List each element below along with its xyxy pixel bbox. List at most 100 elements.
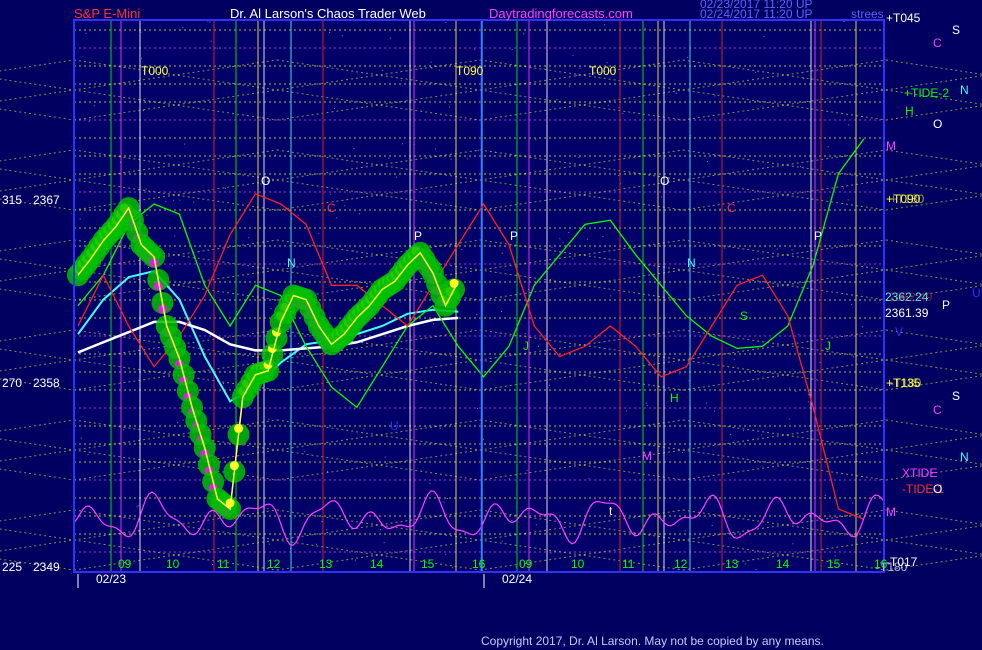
- star-dot: [501, 252, 503, 254]
- planet-s1: S: [952, 23, 960, 37]
- star-dot: [745, 563, 747, 565]
- star-dot: [827, 146, 829, 148]
- hour-label: 13: [319, 557, 333, 571]
- website-link[interactable]: Daytradingforecasts.com: [489, 6, 633, 21]
- star-dot: [97, 294, 99, 296]
- star-dot: [523, 33, 525, 35]
- star-dot: [167, 154, 169, 156]
- annot-o-b: O: [660, 174, 669, 188]
- star-dot: [626, 410, 628, 412]
- star-dot: [448, 106, 450, 108]
- planet-n1: N: [960, 83, 969, 97]
- planet-s2: S: [952, 389, 960, 403]
- annot-s: S: [740, 309, 748, 323]
- star-dot: [807, 401, 809, 403]
- star-dot: [856, 460, 858, 462]
- star-dot: [222, 382, 224, 384]
- star-dot: [292, 443, 294, 445]
- star-dot: [144, 98, 146, 100]
- star-dot: [388, 157, 390, 159]
- star-dot: [792, 543, 794, 545]
- label-tide2: +TIDE-2: [904, 86, 949, 100]
- annot-p-c: P: [814, 229, 822, 243]
- star-dot: [182, 27, 184, 29]
- star-dot: [143, 136, 145, 138]
- star-dot: [210, 40, 212, 42]
- star-dot: [137, 505, 139, 507]
- star-dot: [450, 158, 452, 160]
- star-dot: [705, 402, 707, 404]
- star-dot: [389, 37, 391, 39]
- star-dot: [171, 265, 173, 267]
- star-dot: [476, 313, 478, 315]
- star-dot: [262, 428, 264, 430]
- star-dot: [644, 28, 646, 30]
- star-dot: [706, 161, 708, 163]
- instrument-label: S&P E-Mini: [74, 6, 140, 21]
- annot-u: U: [390, 419, 399, 433]
- planet-m1: M: [886, 139, 896, 153]
- hour-label: 12: [674, 557, 688, 571]
- star-dot: [396, 176, 398, 178]
- star-dot: [755, 71, 757, 73]
- star-dot: [526, 469, 528, 471]
- star-dot: [678, 499, 680, 501]
- star-dot: [443, 501, 445, 503]
- star-dot: [421, 406, 423, 408]
- planet-c1: C: [933, 36, 942, 50]
- star-dot: [336, 217, 338, 219]
- annot-p-b: P: [510, 229, 518, 243]
- star-dot: [172, 199, 174, 201]
- star-dot: [79, 218, 81, 220]
- star-dot: [622, 113, 624, 115]
- annot-n-a: N: [287, 256, 296, 270]
- star-dot: [714, 95, 716, 97]
- hour-label: 11: [622, 557, 635, 571]
- star-dot: [85, 32, 87, 34]
- star-dot: [341, 35, 343, 37]
- star-dot: [401, 143, 403, 145]
- star-dot: [180, 411, 182, 413]
- star-dot: [607, 105, 609, 107]
- star-dot: [429, 482, 431, 484]
- star-dot: [259, 116, 261, 118]
- hour-label: 10: [571, 557, 585, 571]
- price-readout-2: 2361.39: [885, 306, 929, 320]
- price-readout-1-overlap: 2362.49: [889, 290, 933, 304]
- star-dot: [568, 232, 570, 234]
- star-dot: [177, 422, 179, 424]
- plot-area: [74, 20, 884, 572]
- axis-price-2358: 2358: [33, 376, 60, 390]
- star-dot: [268, 543, 270, 545]
- star-dot: [515, 566, 517, 568]
- star-dot: [847, 199, 849, 201]
- star-dot: [562, 241, 564, 243]
- star-dot: [711, 524, 713, 526]
- star-dot: [77, 560, 79, 562]
- hour-label: 09: [118, 557, 132, 571]
- star-dot: [384, 456, 386, 458]
- star-dot: [461, 248, 463, 250]
- axis-price-2349: 2349: [33, 560, 60, 574]
- star-dot: [182, 419, 184, 421]
- star-dot: [446, 497, 448, 499]
- star-dot: [112, 247, 114, 249]
- hour-label: 14: [776, 557, 790, 571]
- star-dot: [326, 529, 328, 531]
- star-dot: [851, 303, 853, 305]
- star-dot: [358, 213, 360, 215]
- star-dot: [789, 387, 791, 389]
- star-dot: [682, 451, 684, 453]
- star-dot: [608, 500, 610, 502]
- star-dot: [511, 49, 513, 51]
- hour-label: 12: [267, 557, 281, 571]
- date-label-1: 02/23: [96, 572, 126, 586]
- star-dot: [471, 329, 473, 331]
- date-label-2: 02/24: [502, 572, 532, 586]
- annot-t000-b: T000: [589, 64, 617, 78]
- star-dot: [260, 478, 262, 480]
- star-dot: [551, 246, 553, 248]
- star-dot: [618, 175, 620, 177]
- star-dot: [274, 154, 276, 156]
- star-dot: [136, 506, 138, 508]
